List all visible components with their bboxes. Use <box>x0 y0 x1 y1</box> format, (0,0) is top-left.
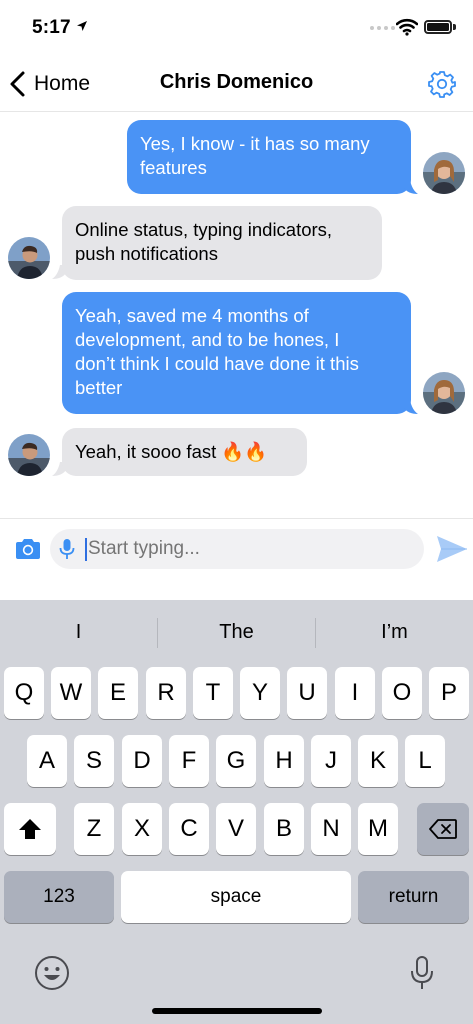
gear-icon[interactable] <box>427 69 457 99</box>
key-a[interactable]: A <box>27 735 67 787</box>
signal-icon <box>370 26 395 30</box>
key-p[interactable]: P <box>429 667 469 719</box>
contact-photo <box>8 237 50 279</box>
numbers-key[interactable]: 123 <box>4 871 114 923</box>
battery-cap <box>453 24 456 30</box>
message-line: Online status, typing indicators, <box>75 219 333 240</box>
status-bar: 5:17 <box>0 0 473 56</box>
key-r[interactable]: R <box>146 667 186 719</box>
shift-icon <box>19 819 41 839</box>
camera-icon[interactable] <box>14 537 42 561</box>
message-bubble-incoming[interactable]: Online status, typing indicators, push n… <box>62 206 382 280</box>
key-u[interactable]: U <box>287 667 327 719</box>
bubble-tail <box>404 400 418 414</box>
key-v[interactable]: V <box>216 803 256 855</box>
key-f[interactable]: F <box>169 735 209 787</box>
suggestion-1[interactable]: I <box>0 614 157 650</box>
key-k[interactable]: K <box>358 735 398 787</box>
wifi-icon <box>396 18 418 36</box>
delete-key[interactable] <box>417 803 469 855</box>
key-w[interactable]: W <box>51 667 91 719</box>
suggestion-3[interactable]: I’m <box>316 614 473 650</box>
return-key[interactable]: return <box>358 871 469 923</box>
avatar <box>423 152 465 194</box>
text-caret <box>85 538 87 561</box>
key-z[interactable]: Z <box>74 803 114 855</box>
location-arrow-icon <box>77 21 87 31</box>
key-h[interactable]: H <box>264 735 304 787</box>
home-indicator[interactable] <box>152 1008 322 1014</box>
message-line: development, and to be hones, I <box>75 329 340 350</box>
contact-photo <box>423 152 465 194</box>
key-y[interactable]: Y <box>240 667 280 719</box>
suggestion-2[interactable]: The <box>158 614 315 650</box>
composer-bar <box>0 518 473 600</box>
key-t[interactable]: T <box>193 667 233 719</box>
key-g[interactable]: G <box>216 735 256 787</box>
shift-key[interactable] <box>4 803 56 855</box>
key-n[interactable]: N <box>311 803 351 855</box>
message-line: Yes, I know - it has so many <box>140 133 370 154</box>
message-input[interactable] <box>50 529 424 569</box>
message-line: Yeah, it sooo fast 🔥🔥 <box>75 441 268 462</box>
keyboard: I The I’m Q W E R T Y U I O P A S D F G … <box>0 600 473 1024</box>
key-m[interactable]: M <box>358 803 398 855</box>
key-x[interactable]: X <box>122 803 162 855</box>
battery-icon <box>424 20 452 34</box>
key-s[interactable]: S <box>74 735 114 787</box>
key-d[interactable]: D <box>122 735 162 787</box>
key-l[interactable]: L <box>405 735 445 787</box>
space-key[interactable]: space <box>121 871 351 923</box>
message-line: Yeah, saved me 4 months of <box>75 305 309 326</box>
emoji-icon[interactable] <box>34 955 70 991</box>
message-bubble-outgoing[interactable]: Yes, I know - it has so many features <box>127 120 411 194</box>
message-line: push notifications <box>75 243 218 264</box>
message-bubble-outgoing[interactable]: Yeah, saved me 4 months of development, … <box>62 292 411 414</box>
message-line: better <box>75 377 123 398</box>
key-b[interactable]: B <box>264 803 304 855</box>
key-o[interactable]: O <box>382 667 422 719</box>
key-q[interactable]: Q <box>4 667 44 719</box>
key-e[interactable]: E <box>98 667 138 719</box>
message-text-field[interactable] <box>88 537 408 561</box>
status-time: 5:17 <box>32 17 71 38</box>
key-j[interactable]: J <box>311 735 351 787</box>
send-icon[interactable] <box>436 534 468 564</box>
delete-icon <box>429 819 457 839</box>
suggestion-bar: I The I’m <box>0 614 473 650</box>
microphone-icon[interactable] <box>410 955 434 991</box>
key-i[interactable]: I <box>335 667 375 719</box>
page-title: Chris Domenico <box>159 71 314 93</box>
message-line: features <box>140 157 207 178</box>
contact-photo <box>8 434 50 476</box>
message-line: don’t think I could have done it this <box>75 353 359 374</box>
avatar <box>423 372 465 414</box>
avatar <box>8 434 50 476</box>
nav-bar: Home Chris Domenico <box>0 56 473 112</box>
message-list[interactable]: Yes, I know - it has so many features On… <box>0 112 473 518</box>
message-bubble-incoming[interactable]: Yeah, it sooo fast 🔥🔥 <box>62 428 307 476</box>
key-c[interactable]: C <box>169 803 209 855</box>
bubble-tail <box>404 180 418 194</box>
microphone-icon[interactable] <box>59 538 75 560</box>
avatar <box>8 237 50 279</box>
contact-photo <box>423 372 465 414</box>
